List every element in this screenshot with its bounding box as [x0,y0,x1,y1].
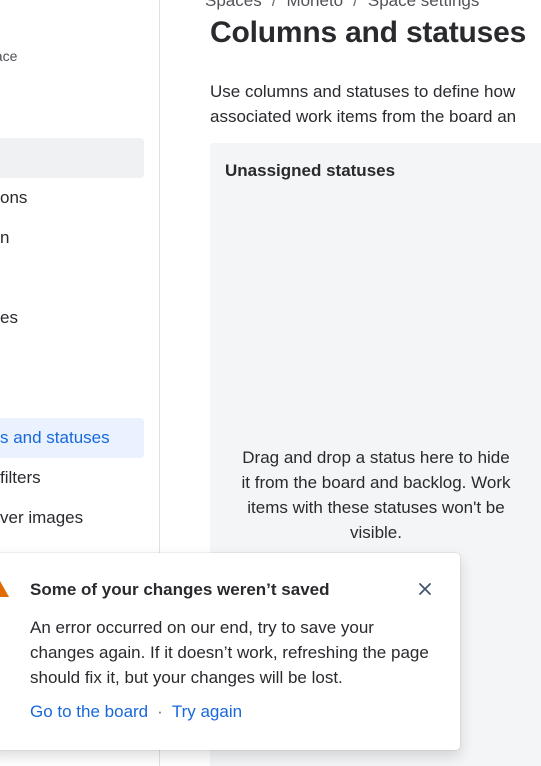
try-again-link[interactable]: Try again [172,702,242,721]
breadcrumb-moneto[interactable]: Moneto [286,0,343,10]
page-description-line: associated work items from the board an [210,107,517,126]
sidebar-item-label: s and statuses [0,428,110,447]
close-icon-glyph [419,583,431,595]
actions-separator: · [157,702,163,721]
breadcrumb-separator: / [271,0,277,10]
breadcrumb: Spaces / Moneto / Space settings [205,0,479,11]
sidebar-item-label: ons [0,188,28,207]
sidebar-item-automation[interactable]: n [0,218,144,258]
sidebar-item-filters[interactable]: filters [0,458,144,498]
sidebar-item-label: n [0,228,10,247]
page-description: Use columns and statuses to define how a… [210,79,541,129]
page-description-line: Use columns and statuses to define how [210,82,516,101]
breadcrumb-separator: / [353,0,358,10]
warning-icon [0,581,9,597]
sidebar-item-cover-images[interactable]: ver images [0,498,144,538]
sidebar-item-label: es [0,308,18,327]
sidebar-item-label: ver images [0,508,84,527]
sidebar-item-hovered[interactable] [0,138,144,178]
sidebar-space-type: pace [0,48,17,64]
sidebar-item-columns-and-statuses[interactable]: s and statuses [0,418,144,458]
app-root: pace ons n es s and statuses filters ver… [0,0,541,766]
go-to-board-link[interactable]: Go to the board [30,702,148,721]
sidebar-item-types[interactable]: es [0,298,144,338]
sidebar-item-permissions[interactable]: ons [0,178,144,218]
page-title: Columns and statuses [210,16,527,49]
flag-title: Some of your changes weren’t saved [30,580,330,599]
error-flag: Some of your changes weren’t saved An er… [0,553,460,750]
breadcrumb-space-settings[interactable]: Space settings [368,0,480,10]
close-icon[interactable] [413,577,437,601]
breadcrumb-spaces[interactable]: Spaces [205,0,262,10]
sidebar-item-label: filters [0,468,41,487]
flag-message: An error occurred on our end, try to sav… [30,618,429,687]
flag-actions: Go to the board · Try again [30,702,242,722]
unassigned-statuses-hint: Drag and drop a status here to hide it f… [241,448,511,542]
unassigned-statuses-title: Unassigned statuses [225,161,396,180]
sidebar-space-type-label: pace [0,48,18,64]
